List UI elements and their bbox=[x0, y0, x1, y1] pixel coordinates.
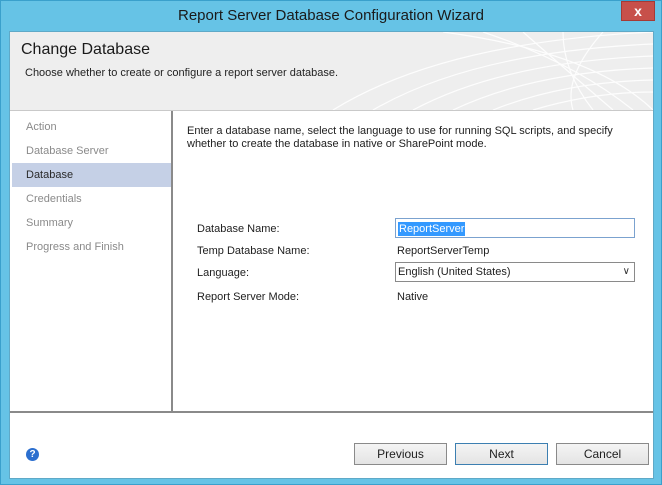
main-content: Enter a database name, select the langua… bbox=[175, 111, 653, 411]
wizard-step-nav: Action Database Server Database Credenti… bbox=[10, 111, 173, 411]
intro-text: Enter a database name, select the langua… bbox=[187, 125, 613, 150]
wizard-window: Report Server Database Configuration Wiz… bbox=[0, 0, 662, 485]
wizard-client-area: Change Database Choose whether to create… bbox=[9, 31, 654, 479]
sidebar-item-progress-and-finish[interactable]: Progress and Finish bbox=[12, 235, 171, 259]
database-name-label: Database Name: bbox=[197, 223, 280, 235]
page-header: Change Database Choose whether to create… bbox=[10, 32, 653, 110]
sidebar-item-summary[interactable]: Summary bbox=[12, 211, 171, 235]
sidebar-item-credentials[interactable]: Credentials bbox=[12, 187, 171, 211]
cancel-button[interactable]: Cancel bbox=[556, 443, 649, 465]
database-name-input[interactable]: ReportServer bbox=[395, 218, 635, 238]
sidebar-item-action[interactable]: Action bbox=[12, 115, 171, 139]
previous-button[interactable]: Previous bbox=[354, 443, 447, 465]
language-select[interactable]: English (United States) ∨ bbox=[395, 262, 635, 282]
close-button[interactable]: x bbox=[621, 1, 655, 21]
wizard-footer: ? Previous Next Cancel bbox=[10, 413, 653, 478]
language-label: Language: bbox=[197, 267, 249, 279]
sidebar-item-database[interactable]: Database bbox=[12, 163, 171, 187]
help-icon[interactable]: ? bbox=[26, 448, 39, 461]
database-name-value: ReportServer bbox=[398, 222, 466, 236]
page-title: Change Database bbox=[21, 41, 150, 58]
chevron-down-icon[interactable]: ∨ bbox=[623, 263, 630, 281]
sidebar-item-database-server[interactable]: Database Server bbox=[12, 139, 171, 163]
header-decoration bbox=[332, 32, 653, 110]
title-bar[interactable]: Report Server Database Configuration Wiz… bbox=[1, 1, 661, 31]
page-subtitle: Choose whether to create or configure a … bbox=[25, 67, 339, 79]
next-button[interactable]: Next bbox=[455, 443, 548, 465]
close-icon: x bbox=[634, 3, 642, 19]
language-selected-value: English (United States) bbox=[398, 266, 511, 278]
temp-database-name-value: ReportServerTemp bbox=[397, 245, 490, 257]
window-title: Report Server Database Configuration Wiz… bbox=[178, 7, 484, 24]
report-server-mode-label: Report Server Mode: bbox=[197, 291, 300, 303]
temp-database-name-label: Temp Database Name: bbox=[197, 245, 310, 257]
report-server-mode-value: Native bbox=[397, 291, 429, 303]
